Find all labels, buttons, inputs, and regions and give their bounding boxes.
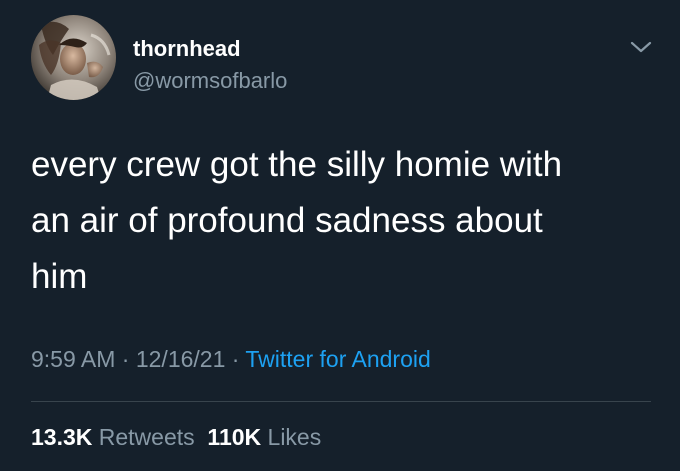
tweet-meta: 9:59 AM · 12/16/21 · Twitter for Android bbox=[31, 346, 431, 373]
likes-stat[interactable]: 110K Likes bbox=[207, 424, 321, 450]
tweet-time[interactable]: 9:59 AM bbox=[31, 346, 115, 372]
meta-separator: · bbox=[225, 346, 246, 372]
retweets-count: 13.3K bbox=[31, 424, 93, 450]
tweet-text-line: him bbox=[31, 257, 88, 296]
tweet-text-line: an air of profound sadness about bbox=[31, 201, 543, 240]
divider bbox=[31, 401, 651, 402]
display-name[interactable]: thornhead bbox=[133, 36, 241, 62]
tweet-text-line: every crew got the silly homie with bbox=[31, 145, 563, 184]
retweets-stat[interactable]: 13.3K Retweets bbox=[31, 424, 195, 450]
tweet-text: every crew got the silly homie with an a… bbox=[31, 137, 641, 305]
chevron-down-icon[interactable] bbox=[628, 37, 654, 57]
user-handle[interactable]: @wormsofbarlo bbox=[133, 68, 287, 94]
tweet-date[interactable]: 12/16/21 bbox=[136, 346, 226, 372]
avatar[interactable] bbox=[31, 15, 116, 100]
tweet-stats: 13.3K Retweets 110K Likes bbox=[31, 424, 321, 451]
likes-label: Likes bbox=[267, 424, 322, 450]
likes-count: 110K bbox=[207, 424, 262, 450]
tweet-card: thornhead @wormsofbarlo every crew got t… bbox=[0, 0, 680, 471]
avatar-photo-icon bbox=[31, 15, 116, 100]
meta-separator: · bbox=[115, 346, 136, 372]
retweets-label: Retweets bbox=[98, 424, 195, 450]
tweet-source-link[interactable]: Twitter for Android bbox=[245, 346, 430, 372]
